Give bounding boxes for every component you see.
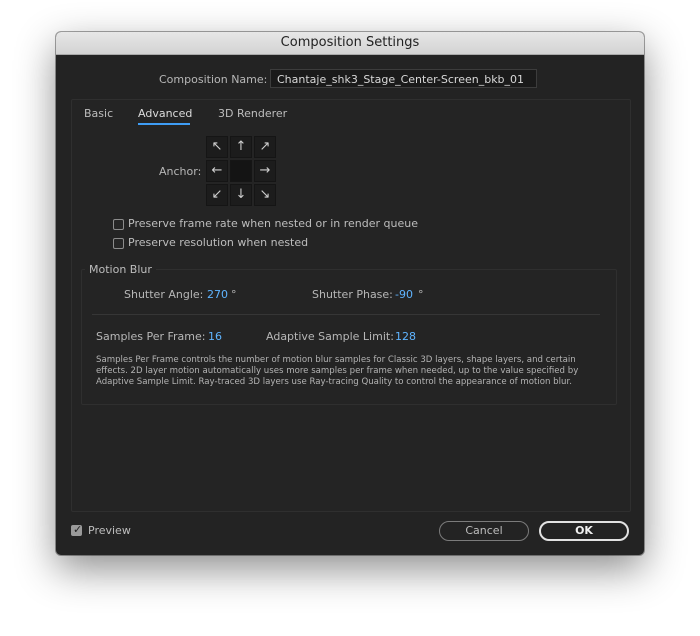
shutter-angle-label: Shutter Angle: — [124, 288, 204, 301]
cancel-button[interactable]: Cancel — [439, 521, 529, 541]
anchor-top-left-arrow-icon[interactable]: ↖ — [206, 136, 228, 158]
dialog-title: Composition Settings — [56, 32, 644, 55]
anchor-bottom-arrow-icon[interactable]: ↓ — [230, 184, 252, 206]
composition-name-label: Composition Name: — [159, 73, 268, 86]
checkmark-icon: ✓ — [73, 523, 83, 536]
shutter-angle-value[interactable]: 270 — [207, 288, 228, 301]
anchor-top-right-arrow-icon[interactable]: ↗ — [254, 136, 276, 158]
anchor-left-arrow-icon[interactable]: ← — [206, 160, 228, 182]
motion-blur-description: Samples Per Frame controls the number of… — [96, 355, 579, 387]
ok-button[interactable]: OK — [539, 521, 629, 541]
tab-advanced[interactable]: Advanced — [138, 107, 192, 120]
adaptive-sample-limit-value[interactable]: 128 — [395, 330, 416, 343]
samples-per-frame-label: Samples Per Frame: — [96, 330, 206, 343]
anchor-bottom-left-arrow-icon[interactable]: ↙ — [206, 184, 228, 206]
tab-basic[interactable]: Basic — [84, 107, 113, 120]
composition-settings-dialog: Composition Settings Composition Name: C… — [56, 32, 644, 555]
preview-label: Preview — [88, 524, 131, 537]
tab-3d-renderer[interactable]: 3D Renderer — [218, 107, 287, 120]
shutter-phase-value[interactable]: -90 — [395, 288, 413, 301]
composition-name-input[interactable]: Chantaje_shk3_Stage_Center-Screen_bkb_01 — [270, 69, 537, 88]
anchor-label: Anchor: — [159, 165, 202, 178]
anchor-center-cell[interactable] — [230, 160, 252, 182]
preview-checkbox[interactable]: ✓ — [71, 523, 83, 536]
samples-per-frame-value[interactable]: 16 — [208, 330, 222, 343]
preserve-resolution-checkbox[interactable] — [113, 238, 124, 249]
shutter-angle-unit: ° — [231, 288, 237, 301]
preserve-frame-rate-label: Preserve frame rate when nested or in re… — [128, 217, 418, 230]
anchor-right-arrow-icon[interactable]: → — [254, 160, 276, 182]
motion-blur-title: Motion Blur — [85, 263, 156, 276]
shutter-phase-unit: ° — [418, 288, 424, 301]
anchor-bottom-right-arrow-icon[interactable]: ↘ — [254, 184, 276, 206]
motion-blur-separator — [92, 314, 600, 315]
adaptive-sample-limit-label: Adaptive Sample Limit: — [266, 330, 394, 343]
anchor-top-arrow-icon[interactable]: ↑ — [230, 136, 252, 158]
preserve-frame-rate-checkbox[interactable] — [113, 219, 124, 230]
preserve-resolution-label: Preserve resolution when nested — [128, 236, 309, 249]
anchor-grid: ↖ ↑ ↗ ← → ↙ ↓ ↘ — [206, 136, 276, 206]
active-tab-indicator — [138, 123, 190, 125]
shutter-phase-label: Shutter Phase: — [312, 288, 393, 301]
